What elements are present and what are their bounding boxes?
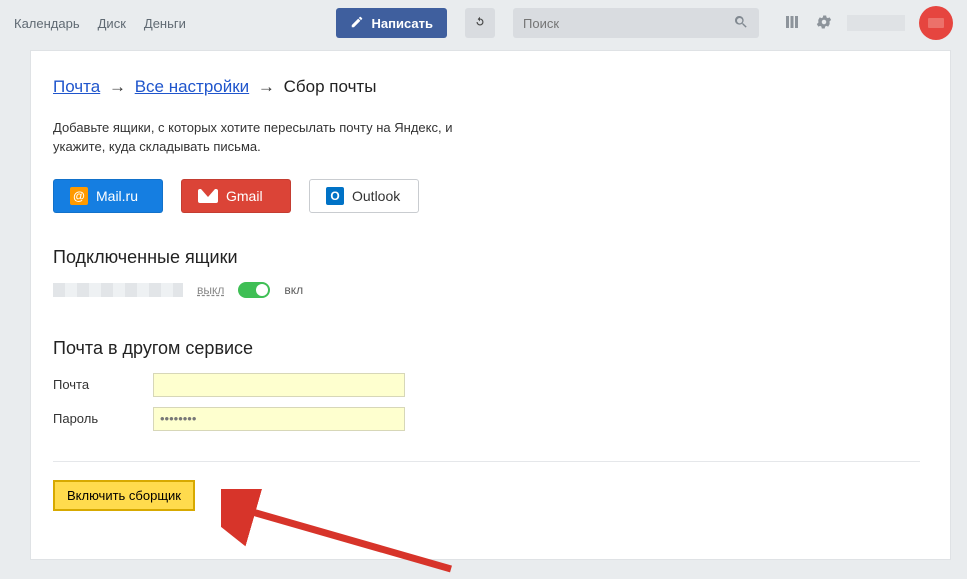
connected-mailbox-name[interactable] xyxy=(53,283,183,297)
external-pass-row: Пароль xyxy=(53,407,920,431)
mailbox-toggle[interactable] xyxy=(238,282,270,298)
provider-gmail-button[interactable]: Gmail xyxy=(181,179,291,213)
compose-icon xyxy=(350,15,364,32)
gear-icon[interactable] xyxy=(815,13,833,34)
breadcrumb-all-settings[interactable]: Все настройки xyxy=(135,77,249,96)
connected-mailbox-row: выкл вкл xyxy=(53,282,920,298)
breadcrumb-arrow: → xyxy=(258,77,275,96)
settings-card: Почта → Все настройки → Сбор почты Добав… xyxy=(30,50,951,560)
external-heading: Почта в другом сервисе xyxy=(53,338,920,359)
refresh-icon xyxy=(473,15,487,32)
toggle-on-label: вкл xyxy=(284,283,303,297)
breadcrumb-current: Сбор почты xyxy=(284,77,377,96)
avatar-icon xyxy=(928,18,944,28)
nav-calendar[interactable]: Календарь xyxy=(14,16,80,31)
breadcrumb-arrow: → xyxy=(109,77,126,96)
compose-button[interactable]: Написать xyxy=(336,8,447,38)
external-mail-row: Почта xyxy=(53,373,920,397)
breadcrumb: Почта → Все настройки → Сбор почты xyxy=(53,77,920,97)
pass-label: Пароль xyxy=(53,411,153,426)
refresh-button[interactable] xyxy=(465,8,495,38)
username-placeholder[interactable] xyxy=(847,15,905,31)
search-icon[interactable] xyxy=(733,14,749,33)
provider-buttons: @ Mail.ru Gmail O Outlook xyxy=(53,179,920,213)
provider-label: Gmail xyxy=(226,188,263,204)
nav-money[interactable]: Деньги xyxy=(144,16,186,31)
search-box[interactable] xyxy=(513,8,759,38)
connected-heading: Подключенные ящики xyxy=(53,247,920,268)
gmail-icon xyxy=(198,189,218,203)
toggle-off-label[interactable]: выкл xyxy=(197,283,224,297)
app-header: Календарь Диск Деньги Написать xyxy=(0,0,967,46)
annotation-arrow xyxy=(221,489,461,579)
outlook-icon: O xyxy=(326,187,344,205)
provider-mailru-button[interactable]: @ Mail.ru xyxy=(53,179,163,213)
enable-collector-button[interactable]: Включить сборщик xyxy=(53,480,195,511)
search-input[interactable] xyxy=(523,16,733,31)
provider-outlook-button[interactable]: O Outlook xyxy=(309,179,419,213)
page-description: Добавьте ящики, с которых хотите пересыл… xyxy=(53,119,503,157)
compose-label: Написать xyxy=(372,16,433,31)
avatar[interactable] xyxy=(919,6,953,40)
mail-label: Почта xyxy=(53,377,153,392)
nav-disk[interactable]: Диск xyxy=(98,16,126,31)
breadcrumb-mail[interactable]: Почта xyxy=(53,77,100,96)
external-mail-input[interactable] xyxy=(153,373,405,397)
provider-label: Mail.ru xyxy=(96,188,138,204)
external-pass-input[interactable] xyxy=(153,407,405,431)
separator xyxy=(53,461,920,462)
mailru-icon: @ xyxy=(70,187,88,205)
theme-icon[interactable] xyxy=(783,13,801,34)
provider-label: Outlook xyxy=(352,188,400,204)
